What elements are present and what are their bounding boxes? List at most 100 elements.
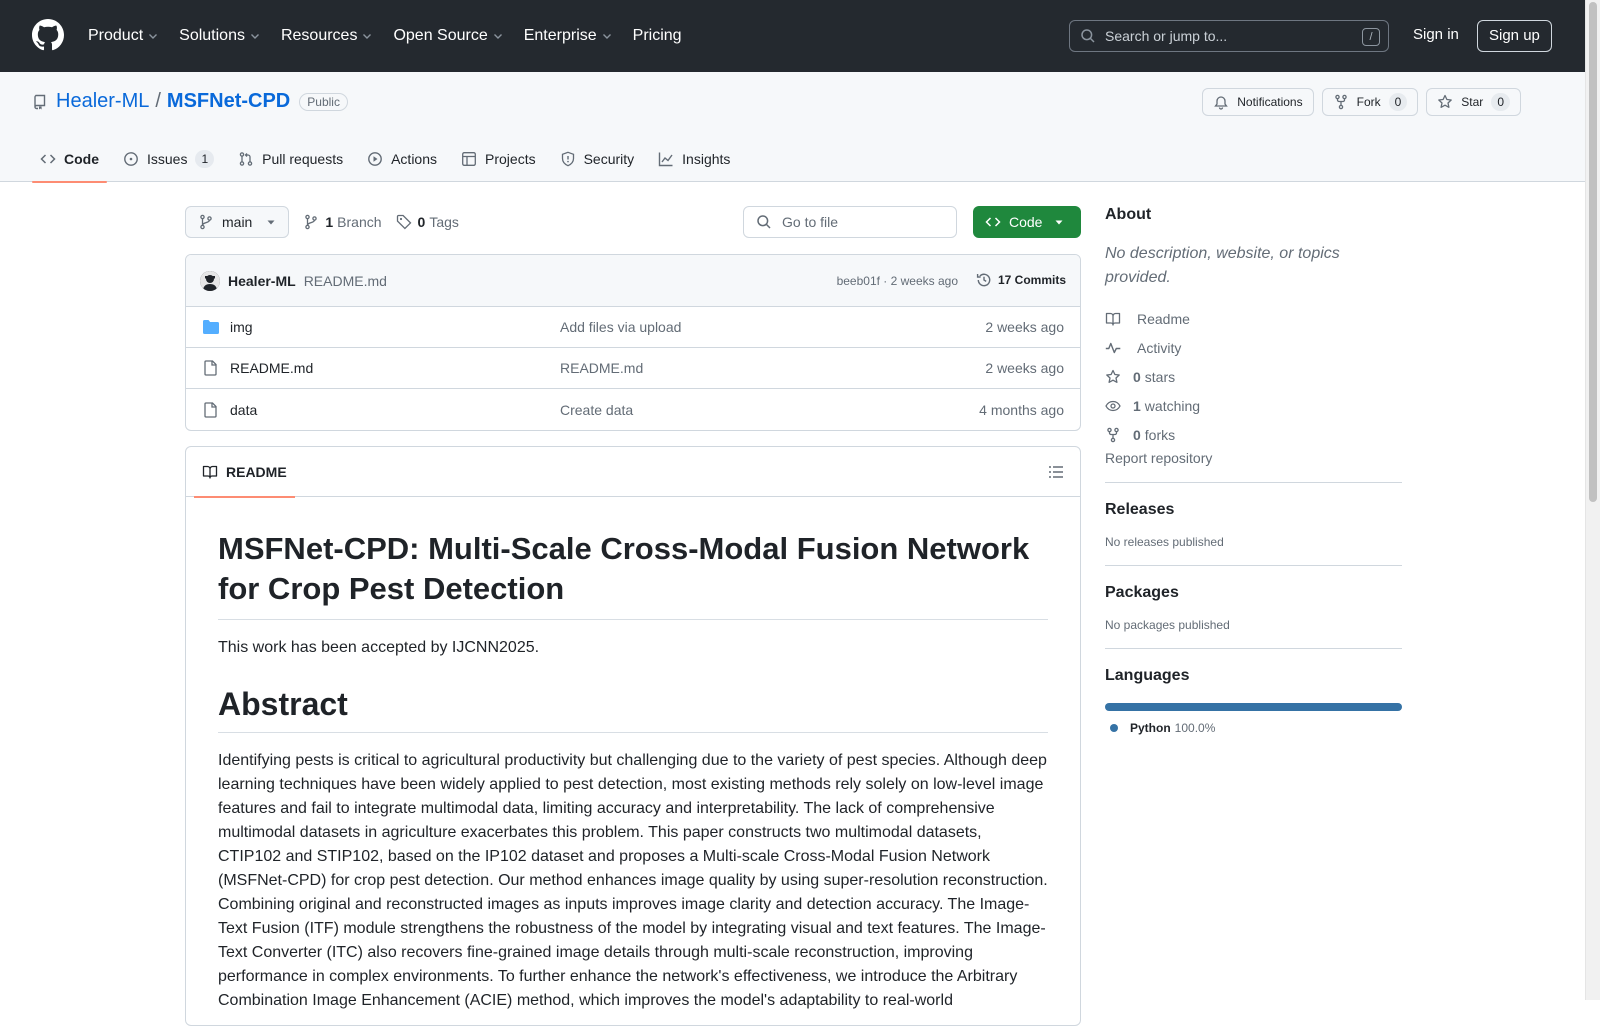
- bell-icon: [1214, 96, 1229, 110]
- fork-label: Fork: [1356, 95, 1381, 109]
- sign-in-link[interactable]: Sign in: [1413, 26, 1459, 43]
- tab-code[interactable]: Code: [32, 136, 107, 183]
- code-icon: [40, 154, 56, 164]
- file-commit-message[interactable]: Create data: [560, 402, 633, 418]
- github-logo-icon[interactable]: [32, 19, 64, 51]
- folder-icon: [203, 320, 219, 334]
- commits-count: 17 Commits: [997, 273, 1066, 287]
- tags-link[interactable]: 0 Tags: [396, 214, 459, 230]
- sidebar-item-stars[interactable]: 0 stars: [1105, 362, 1402, 391]
- file-name[interactable]: README.md: [230, 360, 313, 376]
- repo-separator: /: [155, 90, 161, 112]
- language-item[interactable]: Python 100.0%: [1105, 721, 1402, 735]
- caret-down-icon: [1055, 220, 1063, 225]
- notifications-button[interactable]: Notifications: [1202, 88, 1314, 116]
- search-icon: [757, 215, 771, 229]
- nav-label: Open Source: [393, 27, 488, 44]
- sidebar-count: 0: [1133, 368, 1141, 385]
- commits-history-link[interactable]: 17 Commits: [976, 272, 1066, 288]
- language-name: Python: [1130, 721, 1171, 735]
- branches-link[interactable]: 1 Branch: [303, 214, 382, 230]
- fork-button[interactable]: Fork 0: [1321, 88, 1419, 116]
- nav-pricing[interactable]: Pricing: [633, 27, 682, 45]
- table-icon: [462, 152, 476, 166]
- page-scrollbar[interactable]: [1585, 0, 1600, 1000]
- commit-author[interactable]: Healer-ML: [228, 273, 296, 289]
- file-name[interactable]: img: [230, 319, 253, 335]
- shield-icon: [561, 151, 574, 167]
- file-name[interactable]: data: [230, 402, 257, 418]
- file-icon: [204, 360, 217, 376]
- repo-owner-link[interactable]: Healer-ML: [56, 90, 149, 113]
- repo-icon: [34, 94, 46, 110]
- nav-product[interactable]: Product: [88, 27, 159, 45]
- table-row[interactable]: data Create data 4 months ago: [186, 389, 1080, 430]
- divider: [1105, 565, 1402, 566]
- branch-icon: [200, 214, 212, 230]
- language-percent: 100.0%: [1174, 721, 1216, 735]
- language-dot: [1110, 724, 1118, 732]
- pull-request-icon: [239, 152, 253, 166]
- tag-label: Tags: [429, 214, 459, 230]
- sign-up-button[interactable]: Sign up: [1477, 20, 1552, 52]
- graph-icon: [658, 152, 673, 167]
- repo-name-link[interactable]: MSFNet-CPD: [167, 90, 290, 113]
- history-icon: [976, 273, 991, 287]
- chevron-down-icon: [250, 34, 259, 39]
- avatar[interactable]: [200, 270, 220, 291]
- commit-hash-time[interactable]: beeb01f · 2 weeks ago: [837, 274, 958, 288]
- sidebar-item-forks[interactable]: 0 forks: [1105, 420, 1402, 449]
- readme-tab[interactable]: README: [194, 447, 295, 498]
- global-search-input[interactable]: Search or jump to... /: [1069, 20, 1389, 52]
- fork-icon: [1334, 94, 1347, 110]
- code-dropdown-button[interactable]: Code: [973, 206, 1081, 238]
- outline-button[interactable]: [1048, 464, 1064, 480]
- nav-solutions[interactable]: Solutions: [179, 27, 261, 45]
- repo-sidebar: About No description, website, or topics…: [1105, 206, 1402, 735]
- nav-enterprise[interactable]: Enterprise: [524, 27, 613, 45]
- sidebar-item-watching[interactable]: 1 watching: [1105, 391, 1402, 420]
- sidebar-item-activity[interactable]: Activity: [1105, 333, 1402, 362]
- tab-actions[interactable]: Actions: [359, 136, 445, 182]
- nav-label: Solutions: [179, 27, 245, 44]
- scrollbar-thumb[interactable]: [1589, 2, 1597, 502]
- tab-label: Code: [64, 151, 99, 167]
- repo-tabs: Code Issues 1 Pull requests Actions Proj…: [32, 136, 746, 183]
- code-button-label: Code: [1009, 214, 1043, 230]
- packages-heading[interactable]: Packages: [1105, 584, 1402, 602]
- tab-issues[interactable]: Issues 1: [115, 136, 222, 182]
- commit-message[interactable]: README.md: [304, 273, 387, 289]
- readme-tab-label: README: [226, 464, 287, 480]
- branch-select[interactable]: main: [185, 206, 290, 238]
- visibility-badge: Public: [299, 92, 348, 111]
- sidebar-label: watching: [1144, 397, 1201, 414]
- file-icon: [204, 401, 217, 418]
- nav-label: Pricing: [632, 27, 682, 44]
- nav-resources[interactable]: Resources: [281, 27, 373, 45]
- star-button[interactable]: Star 0: [1426, 88, 1521, 116]
- abstract-text: Identifying pests is critical to agricul…: [218, 752, 1048, 1009]
- table-row[interactable]: img Add files via upload 2 weeks ago: [186, 307, 1080, 348]
- sidebar-item-readme[interactable]: Readme: [1105, 304, 1402, 333]
- branch-icon: [305, 214, 318, 230]
- tab-pull-requests[interactable]: Pull requests: [230, 136, 351, 182]
- global-header: Product Solutions Resources Open Source …: [0, 0, 1585, 72]
- releases-heading[interactable]: Releases: [1105, 501, 1402, 519]
- report-repository-link[interactable]: Report repository: [1105, 450, 1402, 466]
- file-age: 4 months ago: [979, 401, 1064, 418]
- sidebar-count: 0: [1133, 426, 1141, 443]
- book-icon: [202, 465, 218, 479]
- tab-security[interactable]: Security: [552, 136, 643, 182]
- sidebar-label: stars: [1144, 368, 1176, 385]
- file-toolbar: main 1 Branch 0 Tags Go to file Code: [185, 206, 1081, 238]
- nav-open-source[interactable]: Open Source: [393, 27, 503, 45]
- go-to-file-input[interactable]: Go to file: [743, 206, 957, 238]
- tab-projects[interactable]: Projects: [453, 136, 544, 182]
- tab-insights[interactable]: Insights: [650, 136, 738, 182]
- star-icon: [1438, 94, 1453, 108]
- pulse-icon: [1105, 342, 1121, 353]
- file-commit-message[interactable]: Add files via upload: [560, 319, 681, 335]
- table-row[interactable]: README.md README.md 2 weeks ago: [186, 348, 1080, 389]
- file-commit-message[interactable]: README.md: [560, 360, 643, 376]
- book-icon: [1105, 312, 1121, 326]
